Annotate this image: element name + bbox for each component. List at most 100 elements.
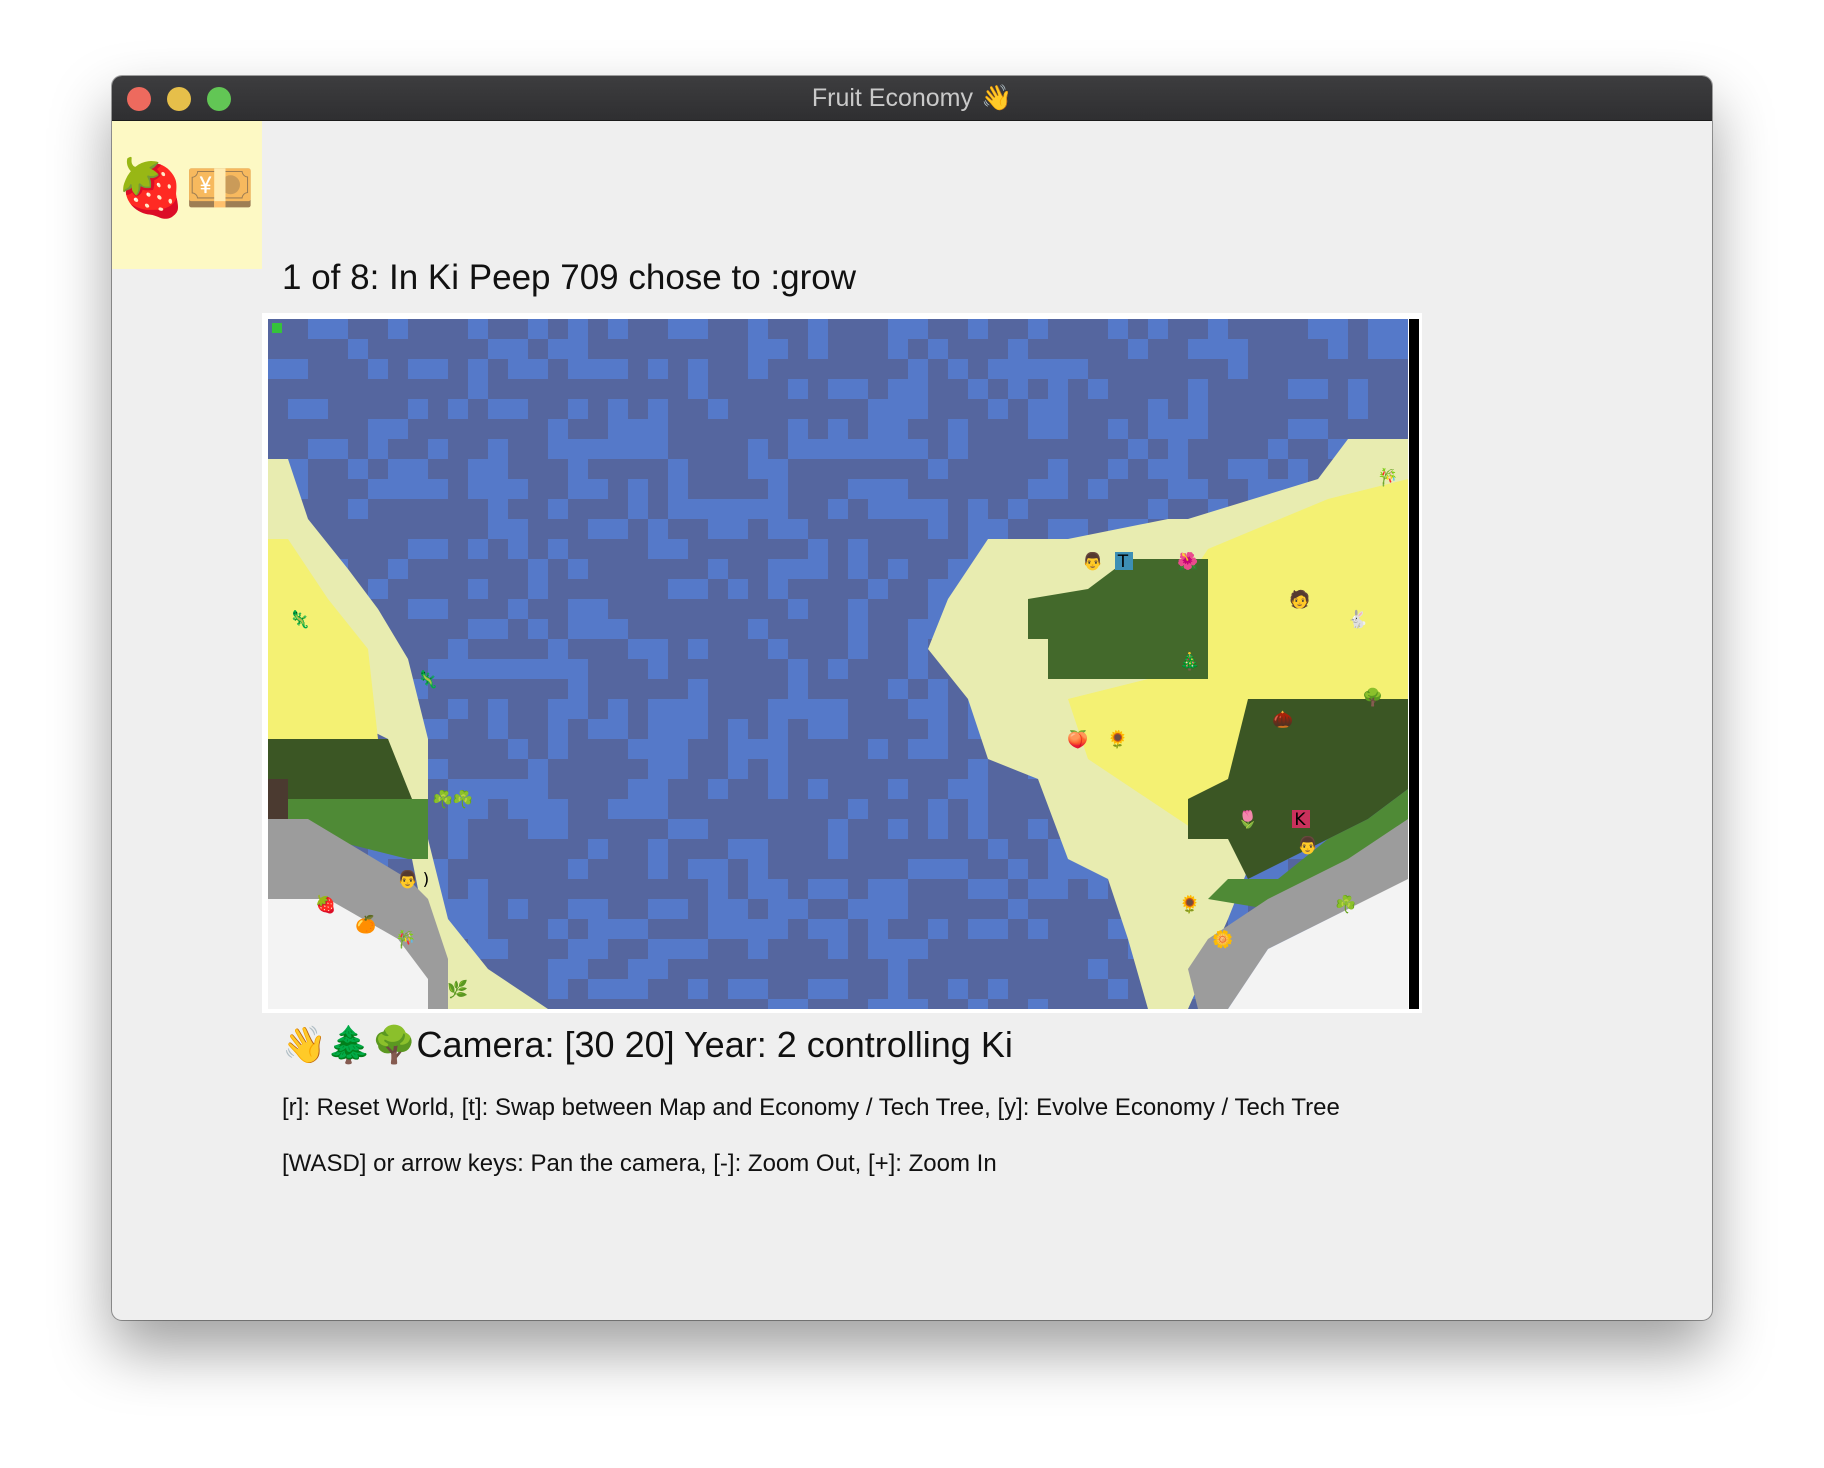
deciduous-tree-icon: 🌳 xyxy=(1362,687,1383,708)
shallow-water-tile xyxy=(648,779,668,799)
waving-hand-icon: 👋 xyxy=(981,84,1013,112)
shallow-water-tile xyxy=(308,439,328,459)
shallow-water-tile xyxy=(908,439,928,459)
shallow-water-tile xyxy=(788,519,808,539)
shallow-water-tile xyxy=(628,959,648,979)
shallow-water-tile xyxy=(1128,339,1148,359)
shallow-water-tile xyxy=(988,919,1008,939)
shallow-water-tile xyxy=(928,499,948,519)
shallow-water-tile xyxy=(828,879,848,899)
window-title: Fruit Economy 👋 xyxy=(112,76,1712,120)
shallow-water-tile xyxy=(1348,379,1368,399)
shallow-water-tile xyxy=(1048,879,1068,899)
shallow-water-tile xyxy=(928,799,948,819)
shallow-water-tile xyxy=(628,919,648,939)
shallow-water-tile xyxy=(808,439,828,459)
shallow-water-tile xyxy=(888,679,908,699)
shallow-water-tile xyxy=(608,919,628,939)
shallow-water-tile xyxy=(408,479,428,499)
shallow-water-tile xyxy=(468,539,488,559)
shallow-water-tile xyxy=(988,839,1008,859)
shallow-water-tile xyxy=(508,479,528,499)
shallow-water-tile xyxy=(988,979,1008,999)
camera-status: 👋🌲🌳Camera: [30 20] Year: 2 controlling K… xyxy=(282,1024,1013,1066)
shallow-water-tile xyxy=(588,899,608,919)
shallow-water-tile xyxy=(628,499,648,519)
world-map[interactable]: 🎋🌺🦎 🐇🦎🎄🌳🌰🍑 🌻☘️☘️🌷🍓🍊🎋🌻 ☘️🌼🌿👨 T🧑K👨👨) xyxy=(268,319,1408,1009)
shallow-water-tile xyxy=(688,319,708,339)
shallow-water-tile xyxy=(888,959,908,979)
map-scrollbar[interactable] xyxy=(1409,319,1419,1009)
deciduous-tree-icon: 🌳 xyxy=(371,1024,417,1065)
shallow-water-tile xyxy=(888,419,908,439)
shallow-water-tile xyxy=(668,719,688,739)
shallow-water-tile xyxy=(808,919,828,939)
shallow-water-tile xyxy=(1008,359,1028,379)
shallow-water-tile xyxy=(728,919,748,939)
shallow-water-tile xyxy=(768,879,788,899)
shallow-water-tile xyxy=(608,619,628,639)
shallow-water-tile xyxy=(648,419,668,439)
shallow-water-tile xyxy=(968,499,988,519)
shallow-water-tile xyxy=(588,519,608,539)
shallow-water-tile xyxy=(388,419,408,439)
shallow-water-tile xyxy=(908,379,928,399)
map-frame: 🎋 🌺 🦎 🐇 🦎 🎄 🌳 🌰 🍑 🌻 ☘️ ☘️ 🌷 🍓 🍊 🎋 🌻 ☘️ 🌼 🌿 👨 T 🧑 K 👨 👨) xyxy=(262,313,1422,1013)
shallow-water-tile xyxy=(728,739,748,759)
shallow-water-tile xyxy=(888,939,908,959)
shallow-water-tile xyxy=(508,799,528,819)
shallow-water-tile xyxy=(748,339,768,359)
strawberry-icon[interactable]: 🍓 xyxy=(116,161,186,217)
shallow-water-tile xyxy=(908,659,928,679)
shallow-water-tile xyxy=(768,919,788,939)
shallow-water-tile xyxy=(528,579,548,599)
shallow-water-tile xyxy=(848,899,868,919)
shallow-water-tile xyxy=(468,479,488,499)
shallow-water-tile xyxy=(808,779,828,799)
shallow-water-tile xyxy=(468,899,488,919)
shallow-water-tile xyxy=(348,339,368,359)
shallow-water-tile xyxy=(1328,319,1348,339)
shallow-water-tile xyxy=(1288,459,1308,479)
shallow-water-tile xyxy=(868,999,888,1009)
shallow-water-tile xyxy=(1088,879,1108,899)
shallow-water-tile xyxy=(588,919,608,939)
shallow-water-tile xyxy=(1188,479,1208,499)
shallow-water-tile xyxy=(448,659,468,679)
shallow-water-tile xyxy=(608,979,628,999)
shallow-water-tile xyxy=(888,379,908,399)
shallow-water-tile xyxy=(1028,919,1048,939)
shallow-water-tile xyxy=(568,659,588,679)
shallow-water-tile xyxy=(648,719,668,739)
shallow-water-tile xyxy=(488,499,508,519)
shallow-water-tile xyxy=(608,519,628,539)
shallow-water-tile xyxy=(948,779,968,799)
shallow-water-tile xyxy=(788,999,808,1009)
shallow-water-tile xyxy=(948,439,968,459)
shallow-water-tile xyxy=(708,559,728,579)
shallow-water-tile xyxy=(808,979,828,999)
shallow-water-tile xyxy=(548,719,568,739)
shallow-water-tile xyxy=(1308,319,1328,339)
shallow-water-tile xyxy=(688,859,708,879)
shallow-water-tile xyxy=(628,419,648,439)
shallow-water-tile xyxy=(948,419,968,439)
shamrock-icon: ☘️ xyxy=(432,789,453,810)
shallow-water-tile xyxy=(688,819,708,839)
shallow-water-tile xyxy=(688,679,708,699)
shallow-water-tile xyxy=(548,799,568,819)
status-message: 1 of 8: In Ki Peep 709 chose to :grow xyxy=(282,258,856,297)
shallow-water-tile xyxy=(588,619,608,639)
shallow-water-tile xyxy=(588,939,608,959)
shallow-water-tile xyxy=(868,399,888,419)
shallow-water-tile xyxy=(868,579,888,599)
shallow-water-tile xyxy=(708,499,728,519)
shallow-water-tile xyxy=(568,339,588,359)
shallow-water-tile xyxy=(968,519,988,539)
shallow-water-tile xyxy=(1048,859,1068,879)
shallow-water-tile xyxy=(588,439,608,459)
shallow-water-tile xyxy=(428,359,448,379)
shallow-water-tile xyxy=(848,439,868,459)
shallow-water-tile xyxy=(1088,479,1108,499)
yen-banknote-icon[interactable]: 💴 xyxy=(185,161,255,217)
